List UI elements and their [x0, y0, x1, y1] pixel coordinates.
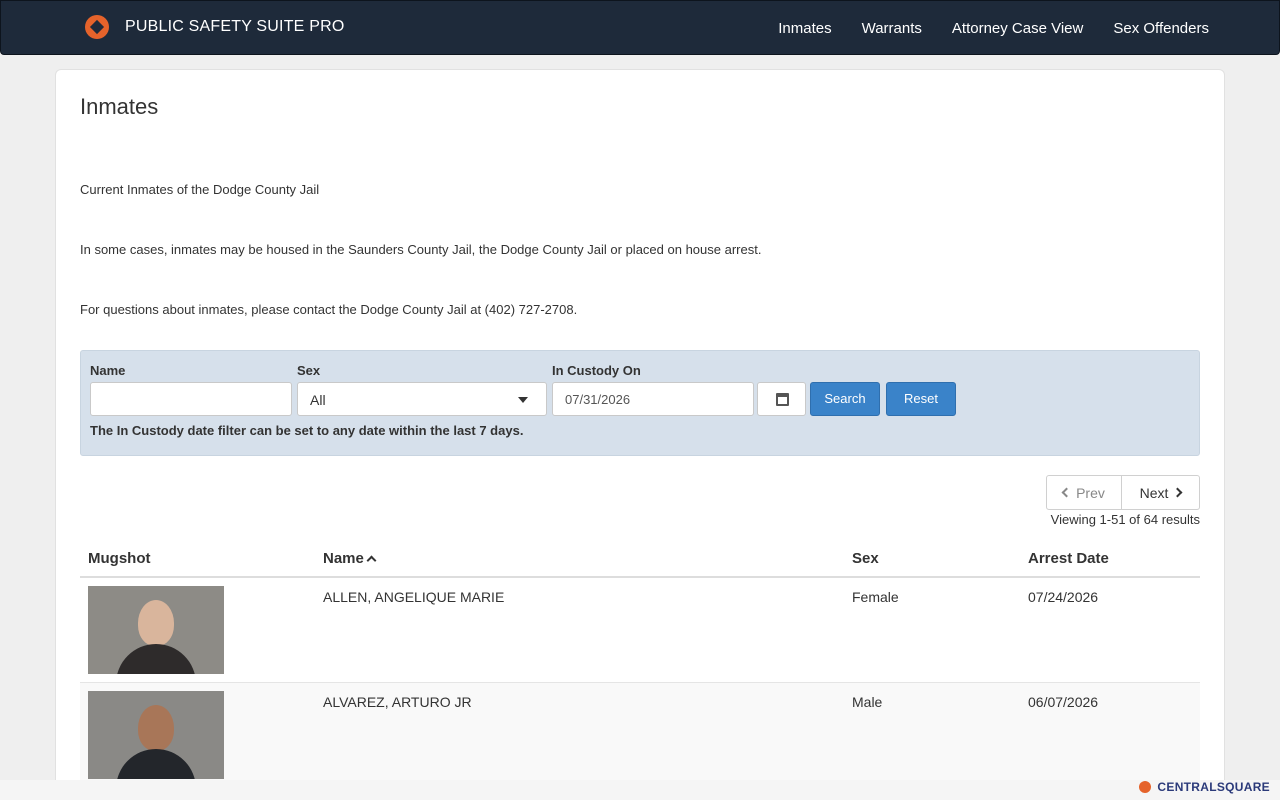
inmates-table: Mugshot Name Sex Arrest Date ALLEN, ANGE…	[80, 540, 1200, 788]
mugshot-image[interactable]	[88, 691, 224, 779]
table-header: Mugshot Name Sex Arrest Date	[80, 540, 1200, 578]
reset-button[interactable]: Reset	[886, 382, 956, 416]
intro-paragraph: Current Inmates of the Dodge County Jail	[80, 182, 320, 197]
next-label: Next	[1139, 484, 1169, 501]
calendar-button[interactable]	[757, 382, 806, 416]
caret-down-icon	[518, 397, 528, 403]
brand-logo-icon	[85, 15, 109, 39]
prev-label: Prev	[1076, 484, 1105, 501]
nav-links: Inmates Warrants Attorney Case View Sex …	[748, 1, 1209, 55]
sex-select-value: All	[310, 392, 326, 408]
sort-ascending-icon	[366, 555, 377, 566]
inmate-sex: Male	[852, 694, 883, 710]
sex-select[interactable]: All	[297, 382, 547, 416]
nav-inmates[interactable]: Inmates	[778, 20, 831, 37]
mugshot-shirt	[116, 749, 196, 779]
sex-label: Sex	[297, 363, 321, 378]
header-mugshot: Mugshot	[88, 550, 151, 567]
calendar-icon	[776, 393, 789, 406]
pagination: Prev Next	[1046, 475, 1200, 510]
custody-filter-note: The In Custody date filter can be set to…	[90, 423, 524, 438]
nav-attorney-case-view[interactable]: Attorney Case View	[952, 20, 1083, 37]
brand-title: PUBLIC SAFETY SUITE PRO	[125, 18, 345, 35]
nav-sex-offenders[interactable]: Sex Offenders	[1113, 20, 1209, 37]
mugshot-image[interactable]	[88, 586, 224, 674]
footer-bar	[0, 780, 1280, 800]
table-row[interactable]: ALVAREZ, ARTURO JR Male 06/07/2026	[80, 683, 1200, 788]
header-sex: Sex	[852, 550, 879, 567]
chevron-right-icon	[1172, 487, 1183, 498]
vendor-logo[interactable]: CENTRALSQUARE	[1139, 780, 1270, 794]
inmate-sex: Female	[852, 589, 899, 605]
prev-button[interactable]: Prev	[1046, 475, 1122, 510]
table-row[interactable]: ALLEN, ANGELIQUE MARIE Female 07/24/2026	[80, 578, 1200, 683]
inmate-name[interactable]: ALVAREZ, ARTURO JR	[323, 694, 472, 710]
header-name-label: Name	[323, 550, 364, 567]
housing-paragraph: In some cases, inmates may be housed in …	[80, 242, 762, 257]
page-title: Inmates	[80, 94, 159, 119]
inmate-arrest-date: 06/07/2026	[1028, 694, 1099, 710]
search-filter-panel: Name Sex All In Custody On Search Reset …	[80, 350, 1200, 456]
custody-date-label: In Custody On	[552, 363, 641, 378]
brand[interactable]: PUBLIC SAFETY SUITE PRO	[85, 15, 344, 39]
header-arrest-date: Arrest Date	[1028, 550, 1109, 567]
chevron-left-icon	[1061, 487, 1072, 498]
vendor-mark-icon	[1139, 781, 1152, 793]
main-card: Inmates Current Inmates of the Dodge Cou…	[55, 69, 1225, 800]
next-button[interactable]: Next	[1122, 475, 1200, 510]
mugshot-shirt	[116, 644, 196, 674]
nav-warrants[interactable]: Warrants	[862, 20, 922, 37]
vendor-name: CENTRALSQUARE	[1157, 780, 1270, 794]
mugshot-face	[138, 600, 174, 646]
results-count: Viewing 1-51 of 64 results	[1050, 512, 1200, 527]
name-label: Name	[90, 363, 126, 378]
inmate-arrest-date: 07/24/2026	[1028, 589, 1099, 605]
name-input[interactable]	[90, 382, 292, 416]
inmate-name[interactable]: ALLEN, ANGELIQUE MARIE	[323, 589, 504, 605]
top-navbar: PUBLIC SAFETY SUITE PRO Inmates Warrants…	[0, 0, 1280, 55]
mugshot-face	[138, 705, 174, 751]
custody-date-input[interactable]	[552, 382, 754, 416]
header-name[interactable]: Name	[323, 550, 377, 567]
search-button[interactable]: Search	[810, 382, 880, 416]
contact-paragraph: For questions about inmates, please cont…	[80, 302, 578, 317]
